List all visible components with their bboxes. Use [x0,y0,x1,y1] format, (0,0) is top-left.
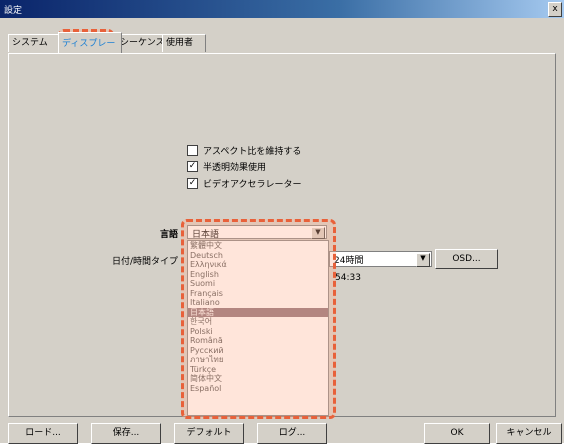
tab-user[interactable]: 使用者 [162,34,206,52]
language-select[interactable]: 日本語 ▼ [187,225,327,240]
maintain-aspect-ratio-checkbox[interactable]: アスペクト比を維持する [187,144,301,157]
checkbox-label: ビデオアクセラレーター [203,180,302,190]
language-option[interactable]: English [188,270,328,280]
language-value: 日本語 [192,230,220,240]
checkbox-label: アスペクト比を維持する [203,147,302,157]
language-option[interactable]: 繁體中文 [188,241,328,251]
save-button[interactable]: 保存... [91,423,161,444]
osd-button[interactable]: OSD... [435,249,498,269]
title-bar: 設定 x [0,0,564,18]
language-option[interactable]: ภาษาไทย [188,355,328,365]
language-option[interactable]: Español [188,384,328,394]
close-button[interactable]: x [548,2,562,17]
language-option[interactable]: Русский [188,346,328,356]
time-format-select[interactable]: 24時間 ▼ [329,251,432,267]
time-display: 54:33 [335,273,361,283]
checkbox-box: ✓ [187,161,198,172]
window-title: 設定 [4,6,23,16]
language-option[interactable]: Suomi [188,279,328,289]
cancel-button[interactable]: キャンセル [496,423,562,444]
settings-window: 設定 x システム ディスプレー シーケンス 使用者 アスペクト比を維持する ✓… [0,0,564,444]
language-option[interactable]: Ελληνικά [188,260,328,270]
translucent-effect-checkbox[interactable]: ✓ 半透明効果使用 [187,160,266,173]
checkbox-box: ✓ [187,178,198,189]
chevron-down-icon[interactable]: ▼ [311,227,325,239]
tab-display[interactable]: ディスプレー [58,32,122,53]
chevron-down-icon[interactable]: ▼ [416,253,430,267]
tab-system[interactable]: システム [8,34,62,52]
default-button[interactable]: デフォルト [174,423,244,444]
time-format-value: 24時間 [334,256,364,266]
language-option[interactable]: 한국어 [188,317,328,327]
language-option[interactable]: Polski [188,327,328,337]
checkbox-label: 半透明効果使用 [203,163,267,173]
language-label: 言語 [160,230,179,240]
language-option[interactable]: Türkçe [188,365,328,375]
ok-button[interactable]: OK [424,423,490,444]
language-option[interactable]: 简体中文 [188,374,328,384]
language-dropdown-list[interactable]: 繁體中文 Deutsch Ελληνικά English Suomi Fran… [187,240,329,416]
datetime-type-label: 日付/時間タイプ [112,257,179,267]
video-accelerator-checkbox[interactable]: ✓ ビデオアクセラレーター [187,177,302,190]
language-option[interactable]: Română [188,336,328,346]
log-button[interactable]: ログ... [257,423,327,444]
footer-bar: ロード... 保存... デフォルト ログ... OK キャンセル [0,420,564,444]
language-option[interactable]: Deutsch [188,251,328,261]
language-option[interactable]: Italiano [188,298,328,308]
tab-sequence[interactable]: シーケンス [116,34,166,52]
load-button[interactable]: ロード... [8,423,78,444]
language-option-selected[interactable]: 日本語 [188,307,328,317]
language-option[interactable]: Français [188,289,328,299]
checkbox-box [187,145,198,156]
